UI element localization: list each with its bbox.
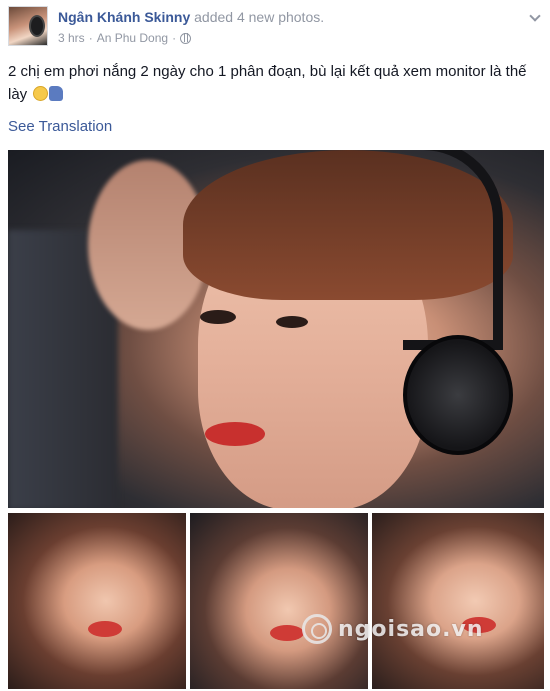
photo-lips bbox=[88, 621, 122, 637]
globe-icon[interactable] bbox=[180, 32, 192, 44]
thumbs-up-icon bbox=[49, 86, 64, 101]
grin-emoji-icon bbox=[33, 86, 49, 101]
post-message: 2 chị em phơi nắng 2 ngày cho 1 phân đoạ… bbox=[8, 60, 542, 106]
post-message-text: 2 chị em phơi nắng 2 ngày cho 1 phân đoạ… bbox=[8, 63, 527, 103]
headphone-earcup bbox=[403, 335, 513, 455]
post-header: Ngân Khánh Skinny added 4 new photos. 3 … bbox=[8, 6, 542, 54]
post-timestamp[interactable]: 3 hrs bbox=[58, 31, 85, 45]
author-name-link[interactable]: Ngân Khánh Skinny bbox=[58, 9, 190, 25]
photo-lips bbox=[205, 422, 265, 446]
headphone-band bbox=[403, 150, 503, 350]
watermark-text: ngoisao.vn bbox=[338, 616, 484, 642]
watermark-logo-icon bbox=[302, 614, 332, 644]
photo-eye bbox=[200, 310, 236, 324]
photo-thumbnails bbox=[8, 513, 544, 691]
thumbnail-3[interactable] bbox=[372, 513, 544, 689]
headphone-icon bbox=[29, 15, 45, 37]
chevron-down-icon[interactable] bbox=[530, 12, 540, 22]
meta-separator: · bbox=[88, 31, 93, 45]
main-photo[interactable] bbox=[8, 150, 544, 508]
thumbnail-2[interactable] bbox=[190, 513, 368, 689]
photo-lips bbox=[270, 625, 304, 641]
post-meta: 3 hrs · An Phu Dong · bbox=[58, 31, 192, 45]
meta-separator: · bbox=[172, 31, 177, 45]
see-translation-link[interactable]: See Translation bbox=[8, 118, 112, 135]
watermark: ngoisao.vn bbox=[302, 614, 483, 644]
post-headline: Ngân Khánh Skinny added 4 new photos. bbox=[58, 9, 324, 25]
post-action-text: added 4 new photos. bbox=[194, 9, 325, 25]
post-location[interactable]: An Phu Dong bbox=[97, 31, 168, 45]
author-avatar[interactable] bbox=[8, 6, 48, 46]
photo-eye bbox=[276, 316, 308, 328]
thumbnail-1[interactable] bbox=[8, 513, 186, 689]
